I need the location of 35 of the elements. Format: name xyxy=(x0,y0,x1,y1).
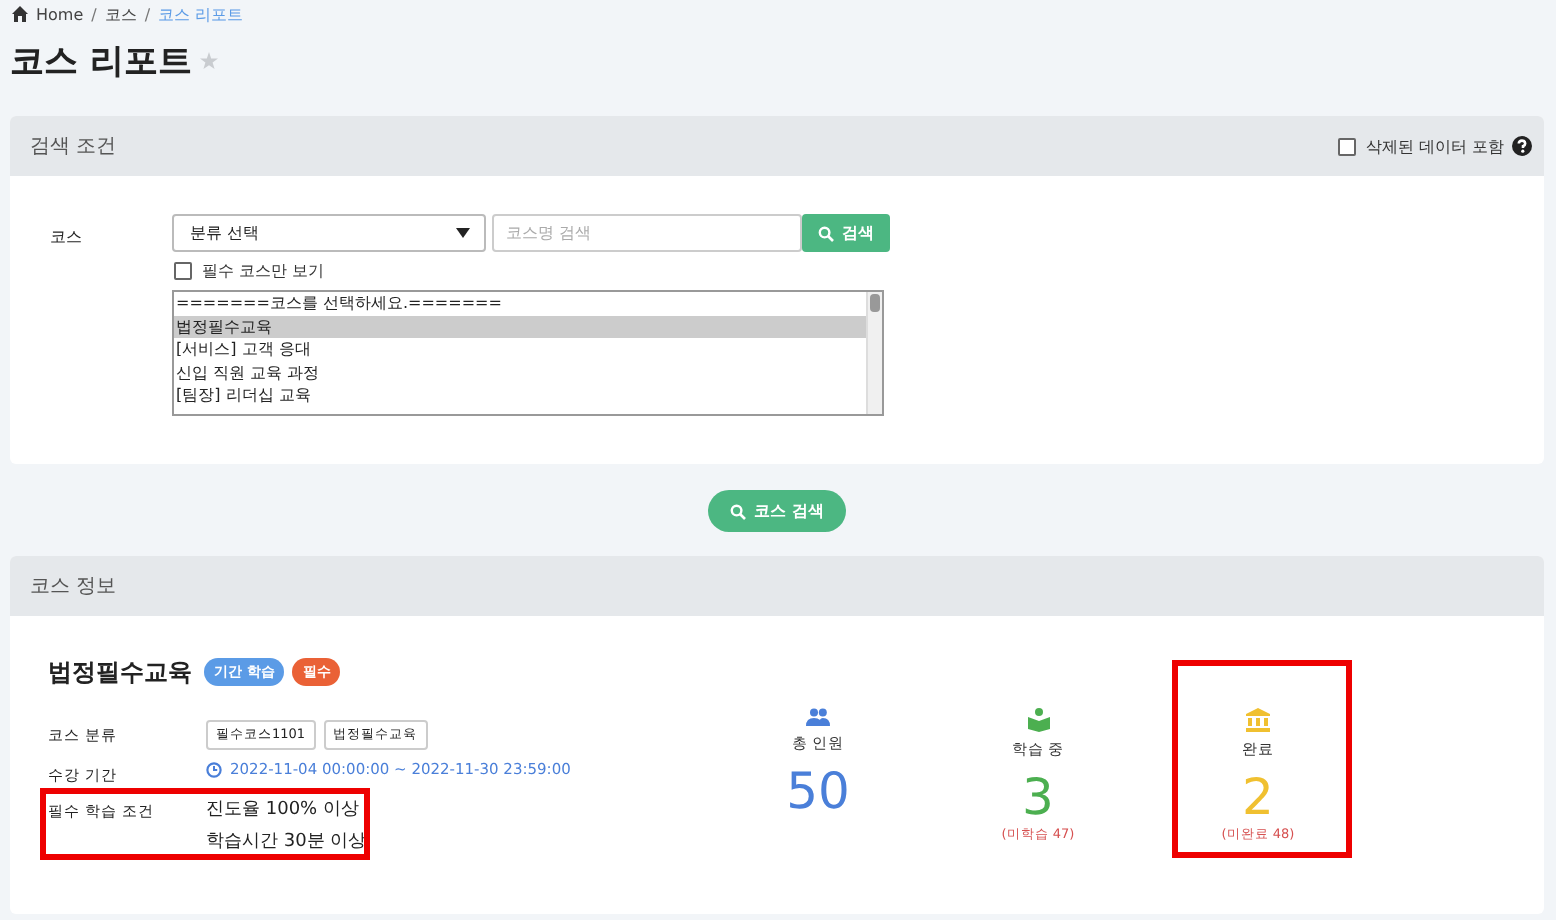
course-name: 법정필수교육 xyxy=(48,655,192,689)
scrollbar[interactable] xyxy=(866,292,882,414)
search-icon xyxy=(730,503,747,519)
condition-text: 진도율 100% 이상 xyxy=(206,798,359,822)
page-title: 코스 리포트 xyxy=(10,39,192,83)
field-label: 코스 xyxy=(50,226,84,250)
clock-icon xyxy=(206,761,222,777)
include-deleted-checkbox[interactable]: 삭제된 데이터 포함 xyxy=(1337,135,1504,157)
people-icon xyxy=(806,708,830,726)
course-name-field[interactable]: 코스명 검색 xyxy=(492,214,802,252)
stat-value: 3 xyxy=(1022,768,1054,826)
star-icon[interactable] xyxy=(199,51,218,69)
bank-icon xyxy=(1246,708,1270,732)
course-option[interactable]: 법정필수교육 xyxy=(174,315,866,338)
stat-value: 50 xyxy=(786,762,850,820)
help-icon xyxy=(1512,136,1532,156)
panel-title: 검색 조건 xyxy=(30,134,119,160)
course-option[interactable]: 신입 직원 교육 과정 xyxy=(174,361,866,384)
panel-title: 코스 정보 xyxy=(30,574,119,600)
course-option[interactable]: [서비스] 고객 응대 xyxy=(174,338,866,361)
breadcrumb-separator: / xyxy=(144,5,151,23)
condition-text: 학습시간 30분 이상 xyxy=(206,830,367,854)
breadcrumb-link[interactable]: 코스 xyxy=(104,3,137,25)
home-icon xyxy=(12,6,28,22)
course-listbox[interactable]: =======코스를 선택하세요.======= 법정필수교육 [서비스] 고객 응대 신입 직원 교육 과정 [팀장] 리더십 교육 xyxy=(172,290,884,416)
breadcrumb-link[interactable]: Home xyxy=(36,5,84,23)
course-option[interactable]: =======코스를 선택하세요.======= xyxy=(174,292,866,315)
category-dropdown[interactable]: 분류 선택 xyxy=(172,214,486,252)
caret-icon xyxy=(456,228,470,238)
reader-icon xyxy=(1027,708,1049,732)
course-option[interactable]: [팀장] 리더십 교육 xyxy=(174,384,866,407)
search-icon xyxy=(818,225,834,241)
required-only-checkbox[interactable]: 필수 코스만 보기 xyxy=(172,260,890,282)
breadcrumb-separator: / xyxy=(91,5,97,23)
stat-value: 2 xyxy=(1242,768,1274,826)
